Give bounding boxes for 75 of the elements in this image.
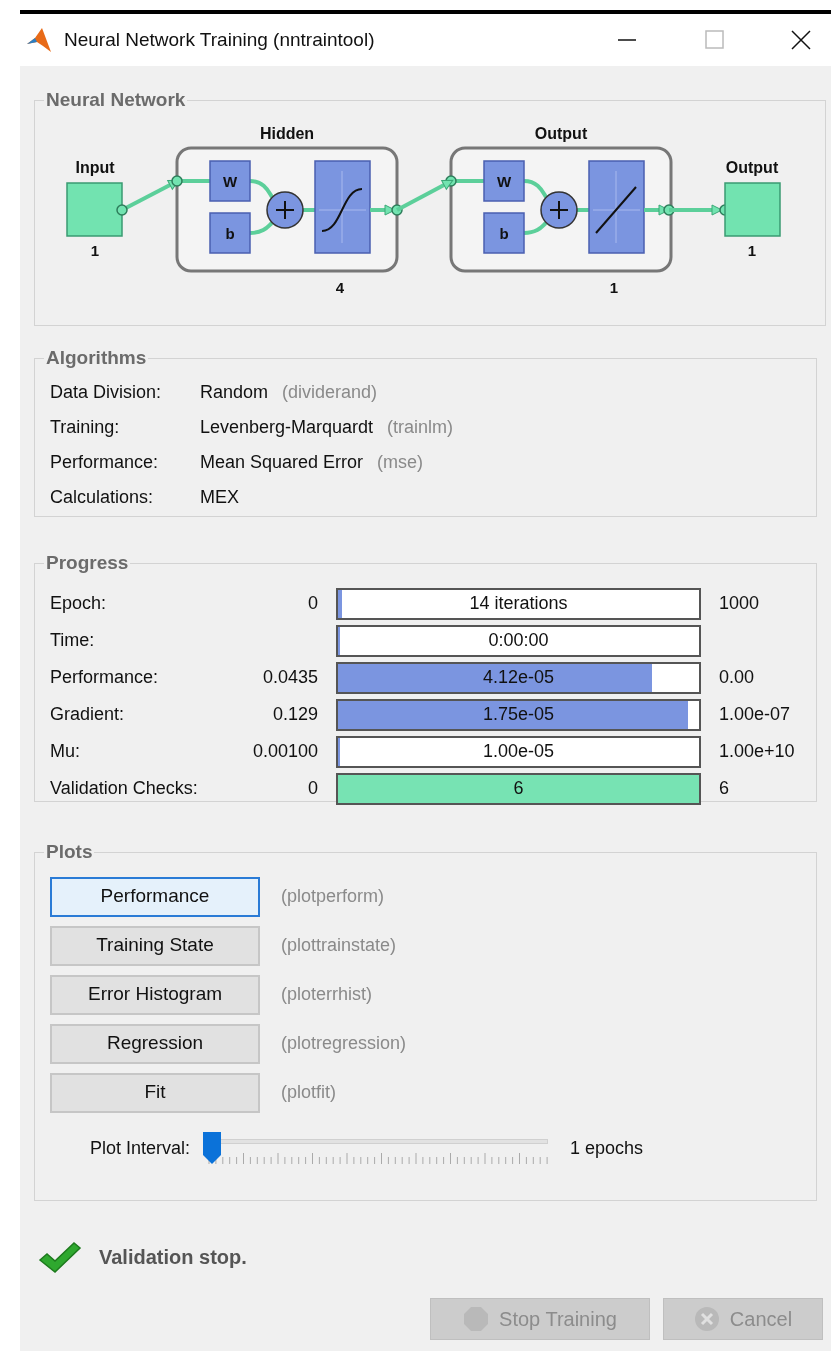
bias-block: b — [483, 211, 525, 254]
progress-reading: 14 iterations — [468, 592, 569, 615]
layer-title: Output — [534, 124, 588, 142]
checkmark-icon — [38, 1240, 82, 1274]
progress-reading: 6 — [512, 777, 525, 800]
input-block — [66, 181, 123, 237]
sum-node — [540, 190, 578, 229]
algorithm-value: Levenberg-Marquardt — [200, 415, 374, 439]
window-title: Neural Network Training (nntraintool) — [64, 27, 375, 52]
weight-block: W — [209, 159, 251, 202]
end-value: 1000 — [719, 592, 760, 615]
slider-reading: 1 epochs — [570, 1137, 644, 1160]
algorithm-label: Calculations: — [50, 485, 155, 509]
output-size: 1 — [747, 241, 757, 259]
status-message: Validation stop. — [99, 1245, 247, 1270]
end-value: 0.00 — [719, 666, 755, 689]
input-size: 1 — [90, 241, 100, 259]
function-name: (plotregression) — [281, 1032, 407, 1055]
function-name: (trainlm) — [387, 415, 454, 439]
start-value: 0.0435 — [262, 667, 318, 687]
input-label: Input — [75, 158, 115, 176]
start-value: 0 — [308, 778, 318, 798]
group-title: Progress — [45, 551, 130, 575]
end-value: 1.00e-07 — [719, 703, 791, 726]
output-block — [724, 181, 781, 237]
layer-size: 1 — [609, 278, 619, 296]
progress-label: Validation Checks: — [50, 777, 199, 800]
plot-button[interactable]: Regression — [50, 1023, 260, 1064]
sum-node — [266, 190, 304, 229]
sum-connector — [248, 178, 317, 235]
algorithm-value: MEX — [200, 485, 239, 509]
group-title: Algorithms — [45, 346, 148, 370]
start-value: 0.00100 — [252, 741, 318, 761]
algorithm-value: Mean Squared Error — [200, 450, 364, 474]
close-icon[interactable] — [791, 30, 811, 50]
group-title: Plots — [45, 840, 94, 864]
bias-block: b — [209, 211, 251, 254]
progress-reading: 1.00e-05 — [481, 740, 556, 763]
plot-button[interactable]: Fit — [50, 1072, 260, 1113]
algorithm-label: Data Division: — [50, 380, 163, 404]
slider-label: Plot Interval: — [90, 1137, 191, 1160]
algorithm-value: Random — [200, 380, 269, 404]
end-value: 1.00e+10 — [719, 740, 795, 763]
start-value: 0 — [308, 593, 318, 613]
weight-block: W — [483, 159, 525, 202]
progress-label: Gradient: — [50, 703, 126, 726]
layer-title: Hidden — [259, 124, 315, 142]
end-value: 6 — [719, 777, 729, 800]
progress-label: Performance: — [50, 666, 160, 689]
function-name: (ploterrhist) — [281, 983, 373, 1006]
algorithm-label: Performance: — [50, 450, 160, 474]
function-name: (plottrainstate) — [281, 934, 397, 957]
progress-reading: 4.12e-05 — [481, 666, 556, 689]
progress-reading: 0:00:00 — [487, 629, 550, 652]
group-title: Neural Network — [45, 88, 187, 112]
progress-label: Epoch: — [50, 592, 108, 615]
algorithm-label: Training: — [50, 415, 121, 439]
function-name: (plotperform) — [281, 885, 385, 908]
plot-button[interactable]: Error Histogram — [50, 974, 260, 1015]
plot-button[interactable]: Training State — [50, 925, 260, 966]
cancel-icon — [693, 1306, 720, 1332]
app-logo-icon — [25, 26, 53, 54]
sum-connector — [522, 178, 591, 235]
slider-thumb[interactable] — [202, 1130, 223, 1165]
function-name: (dividerand) — [282, 380, 378, 404]
progress-label: Time: — [50, 629, 96, 652]
layer-size: 4 — [335, 278, 345, 296]
plot-button[interactable]: Performance — [50, 876, 260, 917]
progress-label: Mu: — [50, 740, 81, 763]
output-label: Output — [725, 158, 779, 176]
weight-connector — [171, 174, 210, 187]
start-value: 0.129 — [272, 704, 318, 724]
function-name: (mse) — [377, 450, 424, 474]
progress-reading: 1.75e-05 — [481, 703, 556, 726]
function-name: (plotfit) — [281, 1081, 336, 1104]
